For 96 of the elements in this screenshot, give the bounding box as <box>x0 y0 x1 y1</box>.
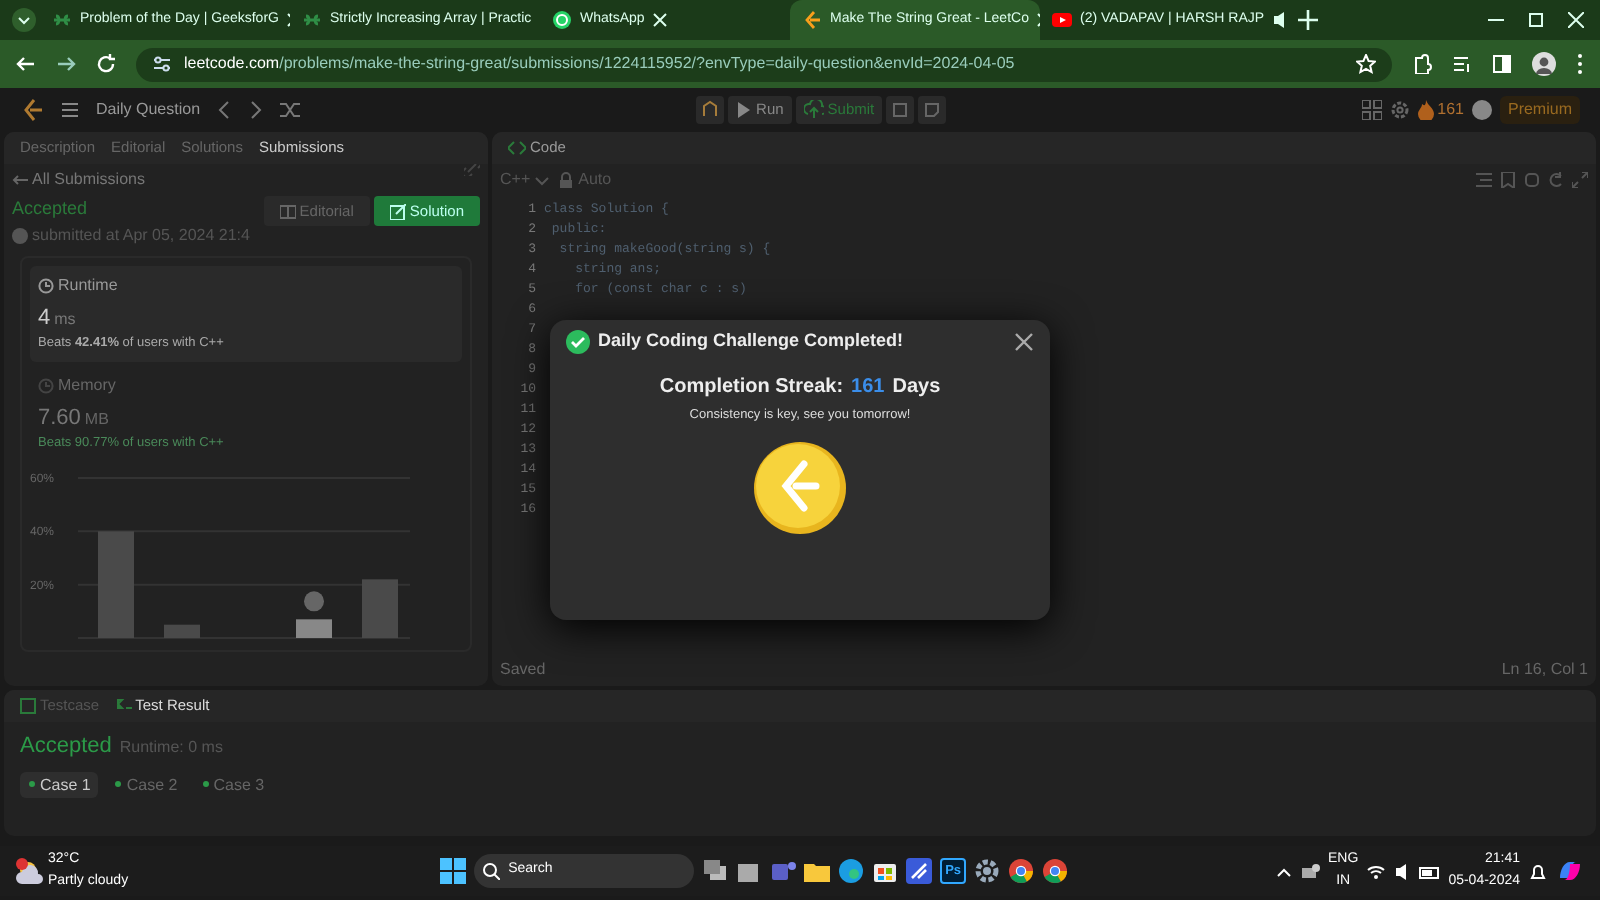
runtime-label: Runtime <box>58 273 118 297</box>
chart-bar <box>98 531 134 638</box>
site-settings-icon[interactable] <box>152 54 172 74</box>
checkbox-icon <box>20 698 36 714</box>
avatar-icon <box>304 591 324 612</box>
tab-favicon-icon <box>52 10 72 30</box>
shuffle-icon[interactable] <box>280 100 301 120</box>
settings-icon[interactable] <box>1389 100 1410 120</box>
chat-app-icon[interactable] <box>770 858 797 884</box>
memory-label: Memory <box>58 373 116 398</box>
folder-icon[interactable] <box>804 858 831 884</box>
star-icon[interactable] <box>1356 54 1376 74</box>
restore-icon[interactable] <box>1528 12 1544 28</box>
tab-search-icon[interactable] <box>12 8 36 32</box>
timer-icon[interactable] <box>886 96 915 124</box>
chrome-icon[interactable] <box>1008 858 1035 884</box>
url-text: leetcode.com/problems/make-the-string-great/submissions/1224115952/?envType=daily-question&envId=2024-04-05 <box>184 52 1015 76</box>
settings-icon[interactable] <box>974 858 1001 884</box>
browser-icon[interactable] <box>838 858 865 884</box>
premium-button[interactable]: Premium <box>1499 96 1580 124</box>
media-control-icon[interactable] <box>1452 54 1472 74</box>
wifi-icon[interactable] <box>1366 861 1387 881</box>
speaker-icon[interactable] <box>1394 861 1411 881</box>
submission-status: Accepted <box>12 196 90 222</box>
address-bar[interactable]: leetcode.com/problems/make-the-string-great/submissions/1224115952/?envType=daily-question&envId=2024-04-05 <box>136 47 1392 81</box>
cursor-position: Ln 16, Col 1 <box>1501 658 1588 682</box>
tab-favicon-icon <box>302 10 322 30</box>
play-icon <box>736 102 753 118</box>
notes-icon[interactable] <box>918 96 947 124</box>
caret-icon <box>534 173 551 187</box>
avatar-icon[interactable] <box>1471 100 1492 120</box>
close-icon[interactable] <box>1014 331 1034 352</box>
search-icon <box>482 862 501 880</box>
back-arrow-icon[interactable] <box>12 172 28 188</box>
extensions-icon[interactable] <box>1412 54 1432 74</box>
new-tab-icon[interactable] <box>1298 10 1318 30</box>
chart-bar <box>164 624 200 638</box>
chrome-icon[interactable] <box>1042 858 1069 884</box>
coin-icon <box>752 440 848 537</box>
edit-icon <box>389 203 406 220</box>
code-icon <box>508 140 526 156</box>
previous-icon[interactable] <box>216 100 233 120</box>
windows-start-icon[interactable] <box>440 858 467 884</box>
memory-unit: MB <box>84 407 109 432</box>
tab-favicon-icon <box>802 10 822 30</box>
streak-count[interactable]: 161 <box>1437 98 1464 122</box>
streak-unit: Days <box>892 373 941 401</box>
problem-list-link[interactable]: Daily Question <box>96 98 201 122</box>
runtime-unit: ms <box>54 307 76 331</box>
list-icon <box>60 100 80 120</box>
chart-bar <box>362 579 398 638</box>
clock-icon <box>38 277 54 293</box>
avatar-icon <box>12 227 28 243</box>
window-icon[interactable] <box>736 858 763 884</box>
terminal-icon <box>115 698 132 714</box>
streak-label: Completion Streak: <box>659 373 844 401</box>
back-icon[interactable] <box>16 54 36 74</box>
next-icon[interactable] <box>248 100 265 120</box>
cloud-upload-icon <box>803 100 824 120</box>
memory-value: 7.60 <box>38 403 81 434</box>
chart-bar <box>296 619 332 638</box>
debug-icon[interactable] <box>696 96 725 124</box>
side-panel-icon[interactable] <box>1492 54 1512 74</box>
chevron-up-icon[interactable] <box>1276 863 1293 879</box>
pass-dot-icon <box>28 780 36 788</box>
store-icon[interactable] <box>872 858 899 884</box>
menu-icon[interactable] <box>1576 54 1584 74</box>
result-status: Accepted <box>20 732 112 762</box>
pass-dot-icon <box>201 780 210 788</box>
app-icon[interactable] <box>906 858 933 884</box>
clock-icon <box>38 377 54 394</box>
runtime-value: 4 <box>38 303 51 333</box>
weather-icon[interactable] <box>16 857 44 885</box>
assistant-icon[interactable] <box>1556 857 1584 885</box>
play-icon <box>1052 10 1072 30</box>
dialog-title: Daily Coding Challenge Completed! <box>598 328 904 354</box>
forward-icon[interactable] <box>56 54 76 74</box>
bell-icon[interactable] <box>1528 861 1548 881</box>
lock-icon <box>558 172 575 188</box>
tray-app-icon[interactable] <box>1300 861 1321 881</box>
speaker-icon <box>1272 10 1289 30</box>
battery-icon[interactable] <box>1418 861 1441 881</box>
layout-icon[interactable] <box>1361 100 1382 120</box>
task-view-icon[interactable] <box>702 858 729 884</box>
all-submissions-link[interactable]: All Submissions <box>32 168 145 192</box>
flame-icon <box>1417 100 1434 120</box>
logo-icon[interactable] <box>20 98 44 122</box>
avatar-icon[interactable] <box>1532 52 1556 76</box>
save-status: Saved <box>500 658 546 682</box>
chat-bubble-icon <box>552 10 572 30</box>
streak-value: 161 <box>851 373 885 401</box>
pass-dot-icon <box>114 780 123 788</box>
check-circle-icon <box>566 329 590 354</box>
case-tab[interactable]: Case 1 <box>20 771 99 797</box>
reload-icon[interactable] <box>96 54 116 74</box>
book-icon <box>279 203 296 220</box>
